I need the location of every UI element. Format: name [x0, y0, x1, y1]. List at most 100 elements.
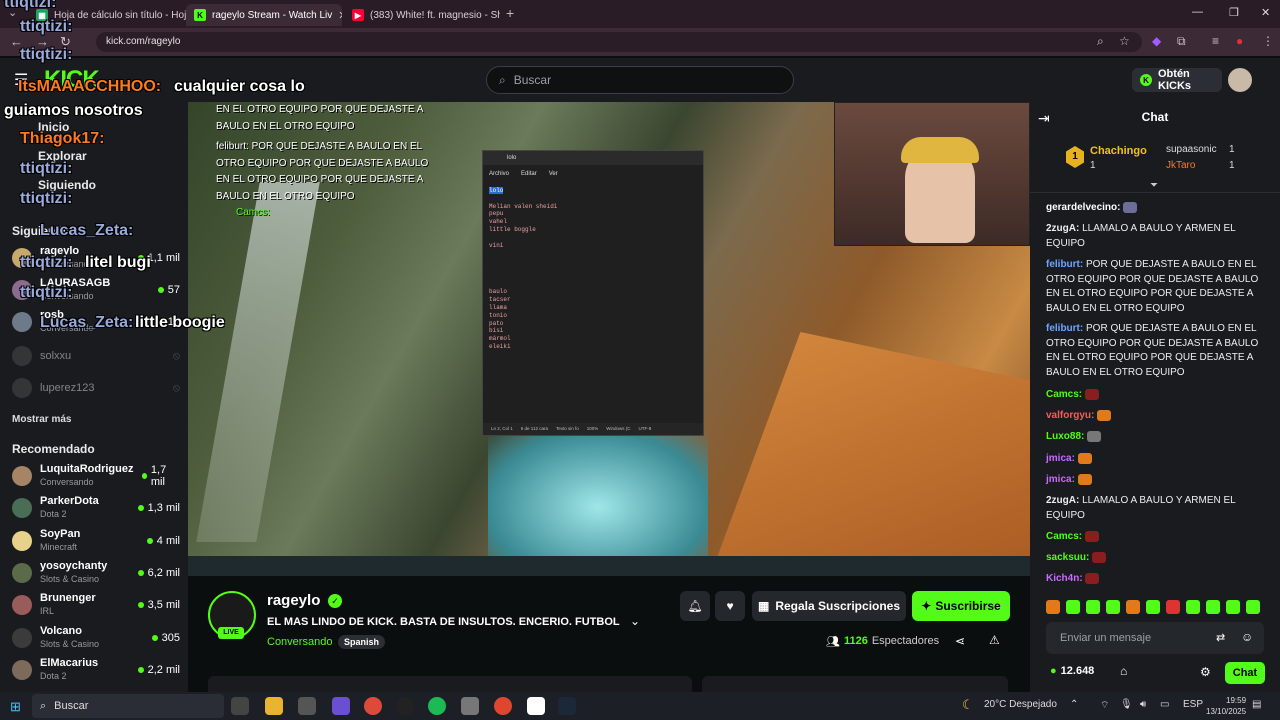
stream-desktop-taskbar	[188, 556, 1030, 576]
leaderboard-name[interactable]: supaasonic	[1166, 144, 1217, 155]
chat-username[interactable]: Camcs:	[1046, 531, 1082, 542]
volume-icon[interactable]: 🔊︎	[1140, 699, 1146, 710]
minimize-button[interactable]: —	[1192, 6, 1203, 18]
windows-search-box[interactable]: ⌕ Buscar	[32, 694, 224, 718]
recommended-channel[interactable]: ParkerDota Dota 2 1,3 mil	[12, 492, 180, 524]
emote-icon[interactable]	[1146, 600, 1160, 614]
emote-icon[interactable]	[1046, 600, 1060, 614]
extension-icon[interactable]: ◆	[1152, 34, 1161, 48]
expand-leaderboard-icon[interactable]: ⏷	[1150, 180, 1158, 191]
stream-category[interactable]: Conversando	[267, 636, 332, 648]
language-tag[interactable]: Spanish	[338, 635, 386, 649]
restore-button[interactable]: ❐	[1229, 6, 1239, 19]
reading-list-icon[interactable]: ≡	[1212, 34, 1219, 48]
chat-username[interactable]: feliburt:	[1046, 323, 1083, 334]
emote-icon[interactable]	[1226, 600, 1240, 614]
kick-icon: K	[194, 9, 206, 21]
bookmark-star-icon[interactable]: ☆	[1119, 34, 1130, 48]
kicks-balance[interactable]: ● 12.648	[1050, 665, 1094, 677]
emote-icon[interactable]	[1246, 600, 1260, 614]
emote-icon[interactable]	[1166, 600, 1180, 614]
chat-message-input[interactable]: Enviar un mensaje	[1046, 622, 1264, 654]
chat-username[interactable]: 2zugA:	[1046, 495, 1079, 506]
chat-username[interactable]: gerardelvecino:	[1046, 202, 1120, 213]
chat-username[interactable]: 2zugA:	[1046, 223, 1079, 234]
app-icon[interactable]	[332, 697, 350, 715]
recommended-channel[interactable]: Brunenger IRL 3,5 mil	[12, 589, 180, 621]
subscribe-button[interactable]: ✦ Suscribirse	[912, 591, 1010, 621]
leaderboard-name[interactable]: Chachingo	[1090, 145, 1147, 157]
emote-icon[interactable]	[1126, 600, 1140, 614]
chrome-icon[interactable]	[364, 697, 382, 715]
follow-heart-button[interactable]: ♥	[715, 591, 745, 621]
notion-icon[interactable]	[527, 697, 545, 715]
chat-username[interactable]: valforgyu:	[1046, 410, 1094, 421]
weather-text[interactable]: 20°C Despejado	[984, 699, 1057, 710]
settings-gear-icon[interactable]: ⚙	[1200, 665, 1211, 679]
windows-start-icon[interactable]: ⊞	[10, 699, 21, 715]
store-icon[interactable]: ⌂	[1120, 664, 1127, 678]
recommended-channel[interactable]: ElMacarius Dota 2 2,2 mil	[12, 654, 180, 686]
chat-username[interactable]: sacksuu:	[1046, 552, 1089, 563]
chevron-down-icon[interactable]: ⌄	[630, 614, 640, 628]
channel-name[interactable]: rageylo	[267, 592, 320, 609]
notifications-icon[interactable]: ▤	[1252, 699, 1261, 710]
following-channel-offline[interactable]: luperez123 ⦸	[12, 372, 180, 404]
mic-icon[interactable]: 🎙︎	[1120, 699, 1133, 710]
language-indicator[interactable]: ESP	[1183, 699, 1203, 710]
app-icon[interactable]	[494, 697, 512, 715]
obs-icon[interactable]	[396, 697, 414, 715]
emoji-icon[interactable]: ☺	[1241, 630, 1253, 644]
get-kicks-button[interactable]: K Obtén KICKs	[1132, 68, 1222, 92]
steam-icon[interactable]	[558, 697, 576, 715]
recommended-channel[interactable]: Volcano Slots & Casino 305	[12, 622, 180, 654]
zoom-icon[interactable]: ⌕	[1097, 34, 1104, 49]
window-close-button[interactable]: ✕	[1261, 6, 1270, 19]
notification-bell-button[interactable]: 🔔︎	[680, 591, 710, 621]
send-chat-button[interactable]: Chat	[1225, 662, 1265, 684]
chat-username[interactable]: feliburt:	[1046, 259, 1083, 270]
search-input[interactable]: ⌕ Buscar	[486, 66, 794, 94]
url-field[interactable]: kick.com/rageylo	[96, 32, 1142, 52]
file-explorer-icon[interactable]	[265, 697, 283, 715]
tab-youtube[interactable]: ▶ (383) White! ft. magnesio - She ✕	[344, 4, 500, 26]
chat-username[interactable]: Camcs:	[1046, 389, 1082, 400]
search-icon: ⌕	[40, 699, 47, 712]
profile-icon[interactable]: ●	[1236, 34, 1243, 48]
chat-username[interactable]: jmica:	[1046, 453, 1075, 464]
menu-dots-icon[interactable]: ⋮	[1262, 34, 1274, 48]
recommended-channel[interactable]: SoyPan Minecraft 4 mil	[12, 525, 180, 557]
user-avatar[interactable]	[1228, 68, 1252, 92]
following-channel-offline[interactable]: solxxu ⦸	[12, 340, 180, 372]
spotify-icon[interactable]	[428, 697, 446, 715]
settings-app-icon[interactable]	[461, 697, 479, 715]
close-icon[interactable]: ✕	[338, 9, 342, 22]
new-tab-button[interactable]: +	[506, 5, 514, 21]
chat-username[interactable]: Luxo88:	[1046, 431, 1084, 442]
leaderboard-name[interactable]: JkTaro	[1166, 160, 1195, 171]
chat-username[interactable]: Kich4n:	[1046, 573, 1083, 584]
tab-kick[interactable]: K rageylo Stream - Watch Liv ✕	[186, 4, 342, 26]
tray-chevron-icon[interactable]: ⌃	[1070, 699, 1078, 710]
battery-icon[interactable]: ▭	[1160, 699, 1169, 710]
notepad-line: tonio	[489, 311, 508, 319]
store-app-icon[interactable]	[298, 697, 316, 715]
emote-icon[interactable]	[1106, 600, 1120, 614]
task-view-icon[interactable]	[231, 697, 249, 715]
recommended-channel[interactable]: LuquitaRodriguez Conversando 1,7 mil	[12, 460, 180, 492]
emote-icon[interactable]	[1066, 600, 1080, 614]
emote-icon[interactable]	[1086, 600, 1100, 614]
show-more-link[interactable]: Mostrar más	[12, 414, 71, 425]
emote-icon[interactable]	[1186, 600, 1200, 614]
chat-username[interactable]: jmica:	[1046, 474, 1075, 485]
clock[interactable]: 19:59 13/10/2025	[1206, 695, 1246, 717]
share-icon[interactable]: ⋖	[955, 634, 965, 648]
recommended-channel[interactable]: yosoychanty Slots & Casino 6,2 mil	[12, 557, 180, 589]
weather-moon-icon[interactable]: ☾	[962, 697, 974, 713]
translate-icon[interactable]: ⇄	[1216, 631, 1225, 644]
wifi-icon[interactable]: ⌔	[1100, 699, 1109, 712]
extensions-puzzle-icon[interactable]: ⧉	[1177, 34, 1186, 49]
gift-subs-button[interactable]: ▦ Regala Suscripciones	[752, 591, 906, 621]
report-warning-icon[interactable]: ⚠	[989, 633, 1000, 647]
emote-icon[interactable]	[1206, 600, 1220, 614]
